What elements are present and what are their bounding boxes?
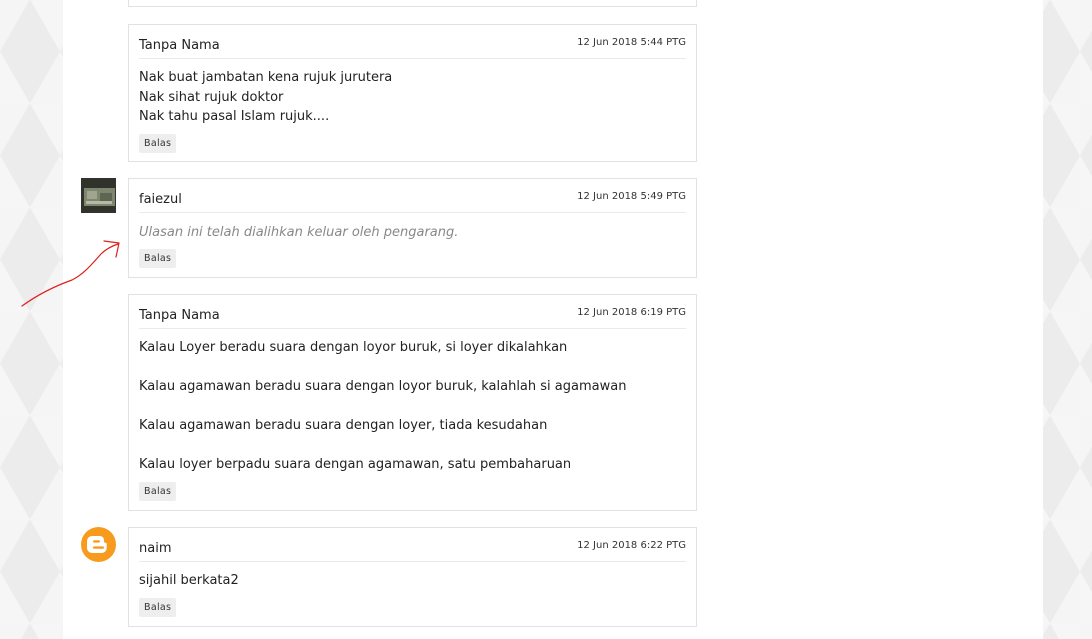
- comment-header: Tanpa Nama 12 Jun 2018 6:19 PTG: [139, 295, 686, 329]
- comment-line: Kalau Loyer beradu suara dengan loyor bu…: [139, 340, 568, 355]
- comment-line: Nak tahu pasal Islam rujuk....: [139, 109, 330, 124]
- comment-line: Nak sihat rujuk doktor: [139, 89, 284, 105]
- comment-timestamp[interactable]: 12 Jun 2018 5:44 PTG: [577, 37, 686, 48]
- comment-body: Nak buat jambatan kena rujuk jurutera Na…: [139, 68, 686, 127]
- comment-header: faiezul 12 Jun 2018 5:49 PTG: [139, 179, 686, 213]
- comment-timestamp[interactable]: 12 Jun 2018 6:22 PTG: [577, 540, 686, 551]
- red-arrow-annotation: [21, 240, 120, 307]
- comment-author[interactable]: naim: [139, 541, 171, 556]
- comment-header: naim 12 Jun 2018 6:22 PTG: [139, 528, 686, 562]
- reply-button[interactable]: Balas: [139, 482, 177, 501]
- comment-line: Kalau agamawan beradu suara dengan loyer…: [139, 418, 548, 433]
- deleted-text: Ulasan ini telah dialihkan keluar oleh p…: [139, 225, 459, 240]
- reply-button[interactable]: Balas: [139, 598, 177, 617]
- comment-author: Tanpa Nama: [139, 308, 220, 323]
- comment-timestamp[interactable]: 12 Jun 2018 5:49 PTG: [577, 191, 686, 202]
- comment-line: sijahil berkata2: [139, 573, 239, 588]
- reply-button[interactable]: Balas: [139, 134, 177, 153]
- comment-header: Tanpa Nama 12 Jun 2018 5:44 PTG: [139, 25, 686, 59]
- reply-button[interactable]: Balas: [139, 249, 177, 268]
- previous-comment-box: [128, 0, 697, 7]
- comment-line: [139, 436, 686, 456]
- comment-1: Tanpa Nama 12 Jun 2018 5:44 PTG Nak buat…: [128, 24, 697, 162]
- comment-author: Tanpa Nama: [139, 38, 220, 53]
- comment-4: naim 12 Jun 2018 6:22 PTG sijahil berkat…: [128, 527, 697, 627]
- blogger-logo-icon[interactable]: [81, 527, 116, 562]
- comment-deleted-notice: Ulasan ini telah dialihkan keluar oleh p…: [139, 223, 686, 243]
- comment-line: Kalau agamawan beradu suara dengan loyor…: [139, 379, 627, 394]
- comment-line: [139, 358, 686, 378]
- blogger-b-glyph: [87, 536, 107, 553]
- comment-body: sijahil berkata2: [139, 571, 686, 591]
- comment-body: Kalau Loyer beradu suara dengan loyor bu…: [139, 338, 686, 475]
- comment-timestamp[interactable]: 12 Jun 2018 6:19 PTG: [577, 307, 686, 318]
- comment-line: Kalau loyer berpadu suara dengan agamawa…: [139, 457, 572, 472]
- comment-3: Tanpa Nama 12 Jun 2018 6:19 PTG Kalau Lo…: [128, 294, 697, 511]
- comment-line: [139, 397, 686, 417]
- comment-2: faiezul 12 Jun 2018 5:49 PTG Ulasan ini …: [128, 178, 697, 278]
- comment-author[interactable]: faiezul: [139, 192, 182, 207]
- comment-line: Nak buat jambatan kena rujuk jurutera: [139, 70, 393, 85]
